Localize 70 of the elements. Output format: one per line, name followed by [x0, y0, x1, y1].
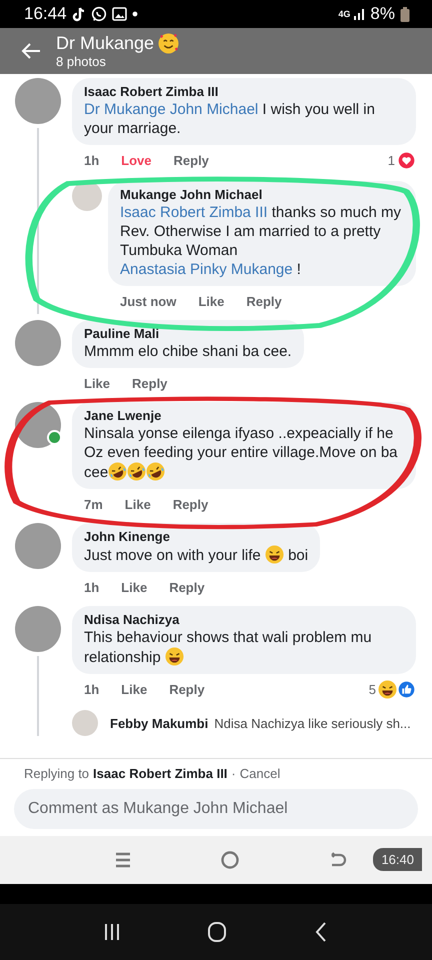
like-link[interactable]: Like [198, 294, 224, 308]
mention-link[interactable]: Isaac Robert Zimba III [120, 204, 268, 221]
avatar-photo [72, 710, 98, 736]
signal-icon [353, 8, 366, 20]
smiling-face-hearts-icon [158, 33, 180, 54]
album-title: Dr Mukange [56, 33, 154, 54]
comment-author: Ndisa Nachizya [84, 612, 180, 628]
image-icon [112, 6, 127, 22]
reply-link[interactable]: Reply [169, 682, 205, 696]
avatar-photo [15, 78, 61, 124]
crying-laughing-face-icon [146, 462, 166, 481]
comment-text: Dr Mukange John Michael I wish you well in your marriage. [84, 100, 376, 138]
avatar-photo [15, 320, 61, 366]
network-type-text: 4G [338, 10, 348, 18]
notification-dot-icon [132, 11, 138, 17]
battery-icon [400, 6, 410, 22]
reply-link[interactable]: Reply [169, 580, 205, 594]
comment-author: Jane Lwenje [84, 408, 162, 424]
comment-preview: Ndisa Nachizya like seriously sh... [214, 716, 411, 731]
comment-text: Isaac Robert Zimba III thanks so much my Rev. Otherwise I am married to a pretty Tumbuka Woman Anastasia Pinky Mukange ! [120, 203, 402, 279]
laughing-face-icon [264, 545, 284, 564]
like-link[interactable]: Like [121, 682, 148, 696]
reply-link[interactable]: Reply [174, 152, 209, 168]
cancel-link[interactable]: Cancel [240, 766, 280, 781]
like-link[interactable]: Like [124, 496, 151, 512]
avatar-photo [15, 606, 61, 652]
reaction-count: 5 [368, 682, 376, 696]
battery-percent-text: 8% [370, 4, 395, 24]
reply-link[interactable]: Reply [172, 496, 208, 512]
comment-time: 1h [84, 682, 100, 696]
comment-input-field[interactable]: Comment as Mukange John Michael [14, 789, 418, 829]
clock-text: 16:44 [24, 4, 67, 24]
mention-link[interactable]: Dr Mukange John Michael [84, 101, 258, 118]
comment-author: Febby Makumbi [110, 716, 208, 731]
recent-apps-icon[interactable] [103, 922, 121, 942]
laughing-face-icon [378, 680, 397, 698]
comment-author: John Kinenge [84, 529, 171, 545]
chat-bubble-icon [90, 6, 107, 22]
home-button-icon[interactable] [207, 921, 227, 943]
comment-time: 1h [84, 580, 100, 594]
avatar-photo [15, 523, 61, 569]
crying-laughing-face-icon [127, 462, 146, 481]
like-link[interactable]: Love [121, 152, 152, 168]
comment-text: Ninsala yonse eilenga ifyaso ..expeacially if he Oz even feeding your entire village.Move on ba cee [84, 424, 399, 482]
reply-link[interactable]: Reply [246, 294, 282, 308]
home-circle-icon[interactable] [220, 850, 240, 870]
time-toast: 16:40 [373, 848, 422, 871]
reply-link[interactable]: Reply [132, 376, 168, 390]
crying-laughing-face-icon [108, 462, 128, 481]
menu-lines-icon[interactable] [114, 851, 132, 869]
comment-author: Isaac Robert Zimba III [84, 84, 220, 100]
comment-time: 7m [84, 496, 103, 512]
music-note-icon [72, 6, 86, 22]
mention-link[interactable]: Anastasia Pinky Mukange [120, 261, 293, 278]
reaction-count: 1 [388, 152, 395, 168]
separator-dot: · [231, 766, 236, 781]
laughing-face-icon [164, 647, 184, 666]
like-link[interactable]: Like [121, 580, 148, 594]
comment-text: Mmmm elo chibe shani ba cee. [84, 342, 292, 361]
replying-to-text: Replying to [24, 766, 90, 781]
like-link[interactable]: Like [84, 376, 110, 390]
comment-text: This behaviour shows that wali problem mu relationship [84, 628, 373, 667]
replying-to-name: Isaac Robert Zimba III [93, 766, 228, 781]
photo-count: 8 photos [56, 54, 107, 69]
comment-author: Pauline Mali [84, 326, 160, 342]
thumbs-up-icon [397, 680, 416, 698]
comment-time: Just now [120, 294, 176, 308]
comment-time: 1h [84, 152, 100, 168]
comment-author: Mukange John Michael [120, 187, 264, 203]
comment-text: Just move on with your life boi [84, 545, 308, 565]
